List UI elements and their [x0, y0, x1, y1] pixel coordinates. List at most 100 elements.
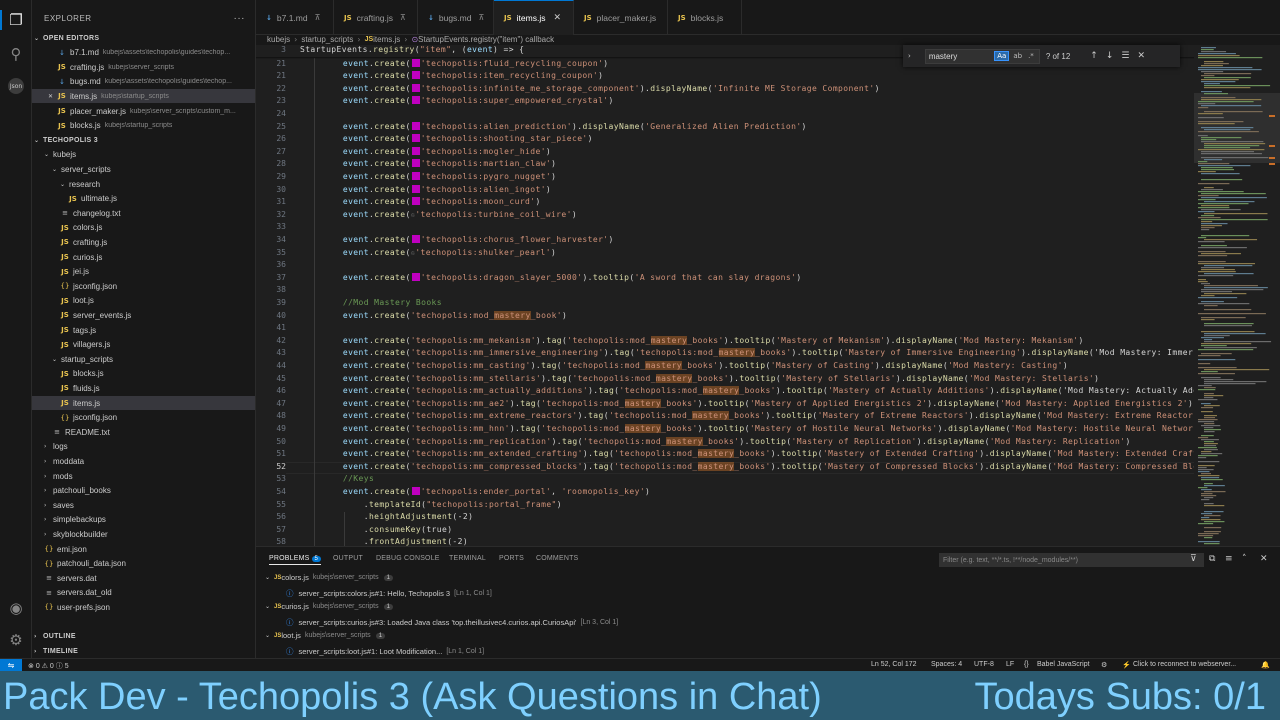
pin-icon[interactable]: ⊼: [315, 13, 321, 22]
regex-toggle[interactable]: .*: [1026, 52, 1036, 60]
tree-folder[interactable]: ⌄ research: [32, 177, 255, 191]
panel-tab-problems[interactable]: PROBLEMS 5: [269, 555, 322, 565]
arrow-up-icon[interactable]: ↑: [1090, 51, 1098, 61]
problem-file-group[interactable]: ⌄ JS curios.js kubejs\server_scripts 1: [265, 602, 393, 611]
json-extension-icon[interactable]: Json: [6, 76, 26, 96]
close-icon[interactable]: ✕: [553, 13, 561, 23]
explorer-icon[interactable]: ❐: [6, 10, 26, 30]
code-line[interactable]: event.create('techopolis:pygro_nugget'): [322, 172, 556, 181]
problem-file-group[interactable]: ⌄ JS colors.js kubejs\server_scripts 1: [265, 573, 393, 582]
tree-file[interactable]: {} patchouli_data.json: [32, 557, 255, 571]
pin-icon[interactable]: ⊼: [400, 13, 406, 22]
account-icon[interactable]: ◉: [6, 598, 26, 618]
tree-file[interactable]: ≡ servers.dat: [32, 571, 255, 585]
ellipsis-icon[interactable]: ≡: [1225, 554, 1233, 564]
code-comment[interactable]: //Mod Mastery Books: [322, 298, 442, 307]
panel-tab-ports[interactable]: PORTS: [499, 555, 524, 562]
problem-message-row[interactable]: ⓘ server_scripts:loot.js#1: Loot Modifica…: [286, 646, 484, 657]
tree-file[interactable]: JS jei.js: [32, 265, 255, 279]
minimap[interactable]: [1194, 45, 1280, 546]
code-editor[interactable]: 3 StartupEvents.registry("item", (event) …: [256, 45, 1194, 546]
outline-section[interactable]: › OUTLINE: [32, 629, 255, 643]
code-line[interactable]: event.create(♲'techopolis:shulker_pearl'…: [322, 248, 556, 257]
close-icon[interactable]: ✕: [48, 93, 57, 100]
tree-file[interactable]: JS tags.js: [32, 323, 255, 337]
filter-icon[interactable]: ⊽: [1190, 554, 1197, 564]
arrow-down-icon[interactable]: ↓: [1106, 51, 1114, 61]
panel-tab-debug-console[interactable]: DEBUG CONSOLE: [376, 555, 440, 562]
gear-icon[interactable]: ⚙: [6, 630, 26, 650]
code-line[interactable]: event.create('techopolis:mm_mekanism').t…: [322, 335, 1084, 345]
code-line[interactable]: event.create('techopolis:mm_hnn').tag('t…: [322, 424, 1194, 433]
project-section[interactable]: ⌄ TECHOPOLIS 3: [32, 133, 255, 147]
tree-folder[interactable]: ⌄ kubejs: [32, 148, 255, 162]
tree-file[interactable]: JS curios.js: [32, 250, 255, 264]
tree-folder[interactable]: › logs: [32, 440, 255, 454]
problems-summary[interactable]: ⊗ 0 ⚠ 0 ⓘ 5: [28, 661, 69, 671]
problem-message-row[interactable]: ⓘ server_scripts:curios.js#3: Loaded Java…: [286, 617, 618, 628]
tree-folder[interactable]: › mods: [32, 469, 255, 483]
problem-message-row[interactable]: ⓘ server_scripts:colors.js#1: Hello, Tech…: [286, 588, 492, 599]
tab-placer_maker-js[interactable]: JS placer_maker.js: [574, 0, 668, 35]
language-mode[interactable]: Babel JavaScript: [1037, 661, 1090, 668]
tree-file[interactable]: {} jsconfig.json: [32, 411, 255, 425]
tab-crafting-js[interactable]: JS crafting.js ⊼: [334, 0, 418, 35]
code-line[interactable]: .templateId("techopolis:portal_frame"): [322, 500, 562, 509]
find-in-selection-icon[interactable]: ☰: [1121, 51, 1129, 61]
open-editor-item[interactable]: ↓ b7.1.md kubejs\assets\techopolis\guides\…: [32, 46, 255, 60]
tab-blocks-js[interactable]: JS blocks.js: [668, 0, 742, 35]
tree-folder[interactable]: ⌄ server_scripts: [32, 162, 255, 176]
tree-file[interactable]: JS fluids.js: [32, 381, 255, 395]
tree-file[interactable]: {} emi.json: [32, 542, 255, 556]
code-line[interactable]: .consumeKey(true): [322, 525, 452, 534]
code-line[interactable]: event.create('techopolis:dragon_slayer_5…: [322, 272, 802, 282]
tree-folder[interactable]: › skyblockbuilder: [32, 527, 255, 541]
tree-folder[interactable]: › saves: [32, 498, 255, 512]
toggle-replace-icon[interactable]: ›: [908, 52, 911, 60]
open-editor-item[interactable]: JS crafting.js kubejs\server_scripts: [32, 60, 255, 74]
code-comment[interactable]: //Keys: [322, 474, 374, 483]
more-actions-icon[interactable]: ···: [234, 13, 246, 24]
code-line[interactable]: event.create('techopolis:moon_curd'): [322, 197, 541, 206]
breadcrumb-item[interactable]: StartupEvents.registry("item") callback: [418, 35, 554, 44]
tab-b7-1-md[interactable]: ↓ b7.1.md ⊼: [256, 0, 334, 35]
code-line[interactable]: event.create('techopolis:martian_claw'): [322, 159, 556, 168]
panel-tab-terminal[interactable]: TERMINAL: [449, 555, 486, 562]
encoding[interactable]: UTF-8: [974, 661, 994, 668]
tree-folder[interactable]: › simplebackups: [32, 513, 255, 527]
tree-file[interactable]: JS ultimate.js: [32, 192, 255, 206]
breadcrumb-item[interactable]: kubejs: [267, 35, 290, 44]
code-line[interactable]: event.create('techopolis:mm_extended_cra…: [322, 449, 1194, 459]
panel-tab-output[interactable]: OUTPUT: [333, 555, 363, 562]
maximize-panel-icon[interactable]: ˄: [1242, 554, 1247, 564]
code-line[interactable]: event.create('techopolis:mod_mastery_boo…: [322, 310, 567, 320]
close-icon[interactable]: ✕: [1137, 51, 1145, 61]
reconnect-webserver[interactable]: Click to reconnect to webserver...: [1133, 661, 1236, 668]
code-line[interactable]: event.create('techopolis:mm_casting').ta…: [322, 361, 1068, 370]
code-line[interactable]: event.create('techopolis:shooting_star_p…: [322, 134, 593, 143]
code-line[interactable]: event.create('techopolis:alien_ingot'): [322, 184, 551, 194]
code-line[interactable]: event.create('techopolis:mm_ae2').tag('t…: [322, 398, 1193, 408]
panel-tab-comments[interactable]: COMMENTS: [536, 555, 578, 562]
code-line[interactable]: event.create(♲'techopolis:turbine_coil_w…: [322, 210, 577, 219]
timeline-section[interactable]: › TIMELINE: [32, 644, 255, 658]
code-line[interactable]: event.create('techopolis:chorus_flower_h…: [322, 235, 614, 244]
open-editor-item[interactable]: ↓ bugs.md kubejs\assets\techopolis\guides\…: [32, 75, 255, 89]
notifications-icon[interactable]: 🔔: [1261, 661, 1270, 669]
tree-file[interactable]: JS crafting.js: [32, 235, 255, 249]
whole-word-toggle[interactable]: ab: [1011, 52, 1024, 60]
tree-file[interactable]: ≡ changelog.txt: [32, 206, 255, 220]
extension-status-icon[interactable]: ⚙: [1101, 661, 1107, 669]
tree-file[interactable]: JS villagers.js: [32, 338, 255, 352]
tree-file[interactable]: ≡ servers.dat_old: [32, 586, 255, 600]
line-ending[interactable]: LF: [1006, 661, 1014, 668]
code-line[interactable]: event.create('techopolis:mm_compressed_b…: [322, 461, 1194, 471]
code-line[interactable]: event.create('techopolis:infinite_me_sto…: [322, 83, 880, 93]
tree-file[interactable]: JS items.js: [32, 396, 255, 410]
find-input[interactable]: mastery Aa ab .*: [924, 48, 1040, 64]
breadcrumb-item[interactable]: items.js: [373, 35, 400, 44]
tree-file[interactable]: JS blocks.js: [32, 367, 255, 381]
code-line[interactable]: event.create('techopolis:super_empowered…: [322, 96, 614, 105]
open-editor-item[interactable]: ✕ JS items.js kubejs\startup_scripts: [32, 89, 255, 104]
code-line[interactable]: event.create('techopolis:mm_immersive_en…: [322, 348, 1194, 358]
